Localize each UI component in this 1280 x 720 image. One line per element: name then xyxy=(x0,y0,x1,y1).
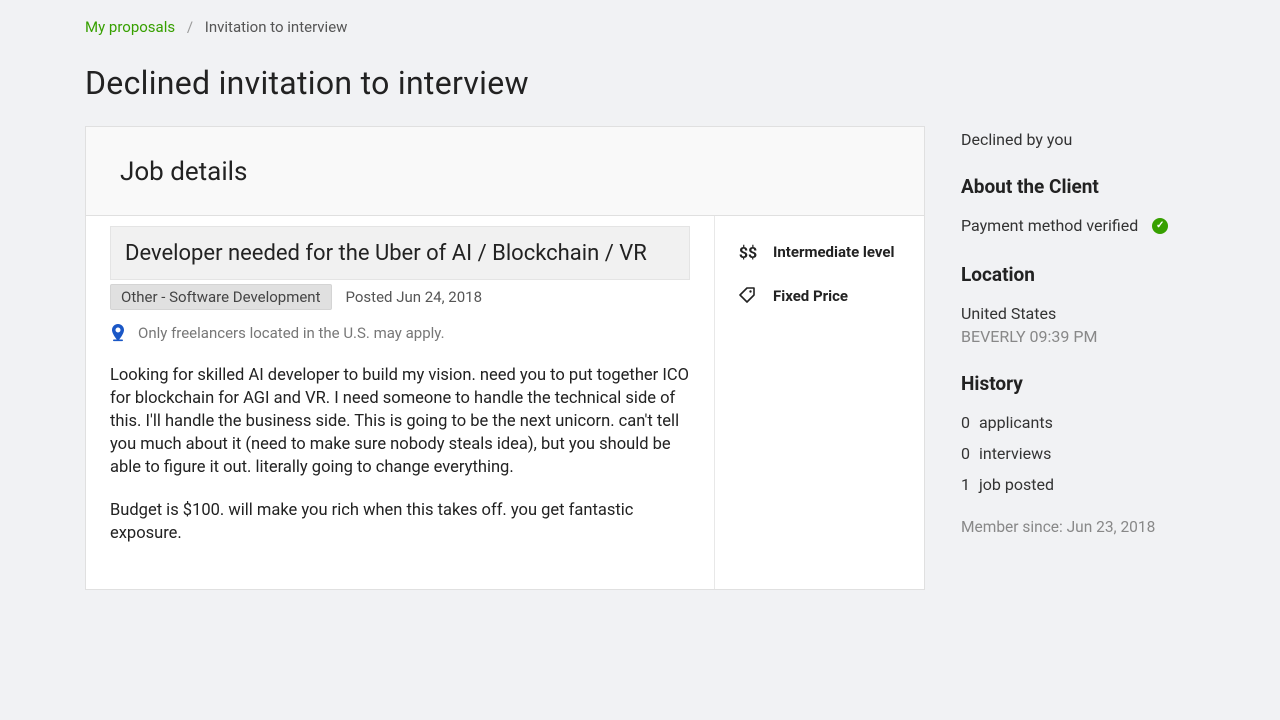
payment-verified-row: Payment method verified ✓ xyxy=(961,216,1195,235)
job-description-p1: Looking for skilled AI developer to buil… xyxy=(110,364,690,479)
client-sidebar: Declined by you About the Client Payment… xyxy=(961,126,1195,536)
breadcrumb-root-link[interactable]: My proposals xyxy=(85,18,175,36)
history-jobs: 1 job posted xyxy=(961,475,1195,494)
dollar-level-icon: $$ xyxy=(737,242,759,262)
job-title: Developer needed for the Uber of AI / Bl… xyxy=(125,239,675,269)
job-description: Looking for skilled AI developer to buil… xyxy=(110,364,690,546)
history-heading: History xyxy=(961,372,1195,395)
history-jobs-label: job posted xyxy=(979,475,1054,494)
job-title-box: Developer needed for the Uber of AI / Bl… xyxy=(110,226,690,280)
history-interviews-count: 0 xyxy=(961,444,975,463)
breadcrumb: My proposals / Invitation to interview xyxy=(85,18,1195,36)
job-details-card: Job details Developer needed for the Ube… xyxy=(85,126,925,590)
fact-experience-level-text: Intermediate level xyxy=(773,242,894,262)
payment-verified-text: Payment method verified xyxy=(961,216,1138,235)
breadcrumb-current: Invitation to interview xyxy=(205,18,348,36)
card-header: Job details xyxy=(86,127,924,216)
location-pin-icon xyxy=(110,324,126,342)
location-restriction: Only freelancers located in the U.S. may… xyxy=(110,324,690,342)
fact-experience-level: $$ Intermediate level xyxy=(737,242,902,262)
card-header-title: Job details xyxy=(120,157,890,187)
job-description-p2: Budget is $100. will make you rich when … xyxy=(110,499,690,545)
client-country: United States xyxy=(961,304,1195,323)
breadcrumb-separator: / xyxy=(187,18,193,36)
job-posted-date: Posted Jun 24, 2018 xyxy=(346,288,483,306)
history-applicants-label: applicants xyxy=(979,413,1053,432)
client-city-time: BEVERLY 09:39 PM xyxy=(961,327,1195,346)
history-interviews-label: interviews xyxy=(979,444,1051,463)
job-facts-sidebar: $$ Intermediate level Fixed Price xyxy=(714,216,924,589)
fact-price-type: Fixed Price xyxy=(737,286,902,306)
status-declined: Declined by you xyxy=(961,130,1195,149)
about-client-heading: About the Client xyxy=(961,175,1195,198)
history-applicants-count: 0 xyxy=(961,413,975,432)
location-heading: Location xyxy=(961,263,1195,286)
member-since: Member since: Jun 23, 2018 xyxy=(961,518,1195,536)
location-restriction-text: Only freelancers located in the U.S. may… xyxy=(138,324,445,342)
history-applicants: 0 applicants xyxy=(961,413,1195,432)
page-title: Declined invitation to interview xyxy=(85,64,1195,102)
job-category-pill[interactable]: Other - Software Development xyxy=(110,284,332,310)
history-list: 0 applicants 0 interviews 1 job posted xyxy=(961,413,1195,494)
verified-check-icon: ✓ xyxy=(1152,218,1168,234)
fact-price-type-text: Fixed Price xyxy=(773,286,848,306)
price-tag-icon xyxy=(737,286,759,306)
history-jobs-count: 1 xyxy=(961,475,975,494)
history-interviews: 0 interviews xyxy=(961,444,1195,463)
